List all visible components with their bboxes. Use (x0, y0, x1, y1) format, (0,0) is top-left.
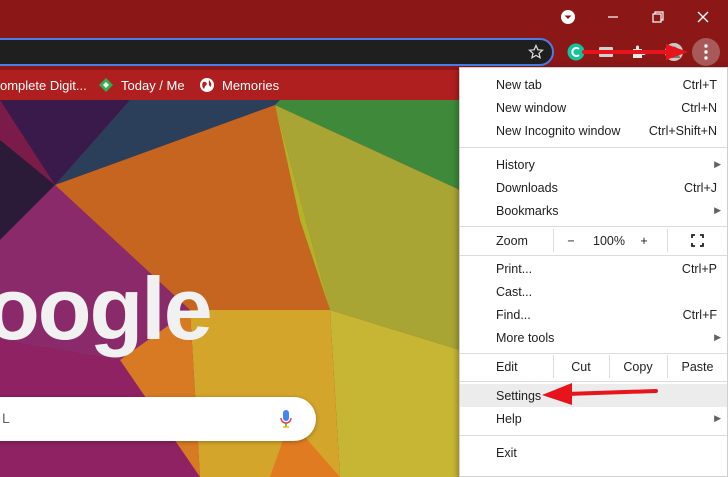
menu-edit-row: Edit Cut Copy Paste (460, 355, 727, 378)
menu-item-cast[interactable]: Cast... (460, 280, 727, 303)
submenu-arrow-icon: ▶ (714, 413, 721, 423)
menu-label: Help (496, 411, 522, 426)
menu-label: New tab (496, 77, 542, 92)
mic-icon[interactable] (279, 409, 293, 429)
globe-icon (200, 78, 214, 92)
menu-label: Exit (496, 445, 517, 460)
search-text: L (2, 410, 10, 426)
menu-item-bookmarks[interactable]: Bookmarks ▶ (460, 199, 727, 222)
menu-label: Find... (496, 307, 531, 322)
menu-shortcut: Ctrl+F (682, 307, 717, 322)
address-bar[interactable] (0, 38, 554, 66)
bookmark-label: Today / Me (121, 77, 185, 93)
menu-item-new-tab[interactable]: New tab Ctrl+T (460, 73, 727, 96)
menu-item-exit[interactable]: Exit (460, 441, 727, 464)
google-logo: oogle (0, 259, 213, 358)
search-box[interactable]: L (0, 397, 316, 441)
cut-button[interactable]: Cut (553, 355, 609, 378)
menu-label: Cast... (496, 284, 533, 299)
fullscreen-button[interactable] (668, 229, 727, 252)
chrome-main-menu: New tab Ctrl+T New window Ctrl+N New Inc… (459, 67, 728, 477)
menu-label: New window (496, 100, 567, 115)
menu-item-find[interactable]: Find... Ctrl+F (460, 303, 727, 326)
menu-separator (460, 353, 727, 354)
minimize-button[interactable] (591, 0, 635, 34)
zoom-in-button[interactable]: + (629, 229, 659, 252)
zoom-level: 100% (593, 233, 625, 248)
submenu-arrow-icon: ▶ (714, 332, 721, 342)
annotation-arrow-icon (542, 383, 658, 405)
menu-separator (460, 255, 727, 256)
toolbar (0, 34, 728, 70)
annotation-arrow-icon (582, 44, 688, 60)
paste-button[interactable]: Paste (668, 355, 727, 378)
close-button[interactable] (681, 0, 725, 34)
menu-item-new-incognito-window[interactable]: New Incognito window Ctrl+Shift+N (460, 119, 727, 142)
menu-label: Downloads (496, 180, 558, 195)
feedly-icon (99, 78, 113, 92)
edit-label: Edit (496, 359, 518, 374)
restore-icon (652, 11, 664, 23)
menu-item-help[interactable]: Help ▶ (460, 407, 727, 430)
menu-separator (460, 435, 727, 436)
fullscreen-icon (691, 234, 704, 247)
zoom-label: Zoom (496, 233, 528, 248)
menu-shortcut: Ctrl+P (681, 261, 717, 276)
profile-dropdown-button[interactable] (546, 0, 590, 34)
menu-shortcut: Ctrl+Shift+N (648, 123, 717, 138)
bookmark-label: Memories (222, 77, 280, 93)
bookmark-item[interactable]: Today / Me (98, 70, 185, 100)
menu-label: Settings (496, 388, 542, 403)
title-bar (0, 0, 728, 34)
menu-item-new-window[interactable]: New window Ctrl+N (460, 96, 727, 119)
minimize-icon (608, 16, 618, 18)
menu-shortcut: Ctrl+N (681, 100, 717, 115)
bookmark-item[interactable]: Memories (199, 70, 279, 100)
bookmark-item[interactable]: omplete Digit... (0, 70, 87, 100)
menu-item-downloads[interactable]: Downloads Ctrl+J (460, 176, 727, 199)
menu-label: Bookmarks (496, 203, 559, 218)
menu-shortcut: Ctrl+J (684, 180, 717, 195)
chrome-menu-button[interactable] (692, 38, 720, 66)
menu-item-history[interactable]: History ▶ (460, 153, 727, 176)
menu-shortcut: Ctrl+T (682, 77, 717, 92)
menu-label: More tools (496, 330, 555, 345)
menu-label: New Incognito window (496, 123, 621, 138)
submenu-arrow-icon: ▶ (714, 205, 721, 215)
star-icon[interactable] (528, 44, 544, 60)
menu-item-print[interactable]: Print... Ctrl+P (460, 257, 727, 280)
menu-separator (460, 226, 727, 227)
menu-separator (460, 147, 727, 148)
bookmark-label: omplete Digit... (0, 77, 87, 93)
menu-label: History (496, 157, 535, 172)
menu-zoom-row: Zoom − 100% + (460, 229, 727, 252)
chevron-down-icon (561, 10, 575, 24)
zoom-out-button[interactable]: − (553, 229, 589, 252)
copy-button[interactable]: Copy (609, 355, 667, 378)
menu-item-more-tools[interactable]: More tools ▶ (460, 326, 727, 349)
more-vert-icon (704, 44, 708, 60)
submenu-arrow-icon: ▶ (714, 159, 721, 169)
close-icon (697, 11, 709, 23)
menu-label: Print... (496, 261, 533, 276)
restore-button[interactable] (636, 0, 680, 34)
